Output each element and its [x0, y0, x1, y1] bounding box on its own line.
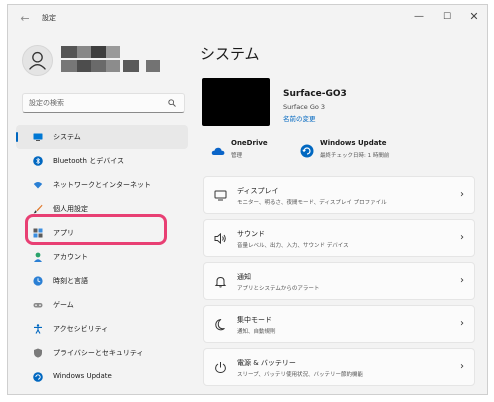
- sidebar-item-bluetooth[interactable]: Bluetooth とデバイス: [16, 149, 188, 173]
- power-battery-card[interactable]: 電源 & バッテリー スリープ、バッテリ使用状況、バッテリー節約機能 ›: [203, 348, 475, 386]
- onedrive-cloud-icon: [211, 147, 225, 155]
- power-icon: [215, 362, 226, 374]
- personalization-brush-icon: [33, 204, 43, 214]
- sidebar-item-label: システム: [53, 133, 81, 141]
- back-arrow-icon[interactable]: ←: [17, 11, 33, 27]
- sidebar-item-label: アカウント: [53, 253, 88, 261]
- title-bar: ← 設定 — ☐ ✕: [8, 5, 487, 33]
- sidebar-item-gaming[interactable]: ゲーム: [16, 293, 188, 317]
- card-subtitle: スリープ、バッテリ使用状況、バッテリー節約機能: [237, 372, 364, 378]
- speaker-icon: [214, 232, 226, 245]
- gaming-icon: [33, 303, 43, 308]
- onedrive-title: OneDrive: [231, 139, 268, 147]
- windows-update-status[interactable]: Windows Update 最終チェック日時: 1 時間前: [300, 139, 440, 165]
- accessibility-icon: [34, 324, 42, 334]
- sidebar-item-system[interactable]: システム: [16, 125, 188, 149]
- sidebar-item-accessibility[interactable]: アクセシビリティ: [16, 317, 188, 341]
- selection-indicator: [16, 132, 18, 142]
- sidebar-item-label: 時刻と言語: [53, 277, 88, 285]
- sound-card[interactable]: サウンド 音量レベル、出力、入力、サウンド デバイス ›: [203, 219, 475, 257]
- notifications-card[interactable]: 通知 アプリとシステムからのアラート ›: [203, 262, 475, 300]
- windows-update-title: Windows Update: [320, 139, 387, 147]
- window-title: 設定: [42, 14, 56, 22]
- device-image: [202, 78, 270, 126]
- chevron-right-icon: ›: [460, 189, 464, 200]
- focus-assist-card[interactable]: 集中モード 通知、自動規則 ›: [203, 305, 475, 343]
- sidebar-item-label: ネットワークとインターネット: [53, 181, 151, 189]
- sidebar-item-windows-update[interactable]: Windows Update: [16, 365, 188, 389]
- windows-update-icon: [300, 144, 314, 158]
- onedrive-status[interactable]: OneDrive 管理: [211, 139, 301, 165]
- sidebar-item-privacy-security[interactable]: プライバシーとセキュリティ: [16, 341, 188, 365]
- avatar[interactable]: [22, 45, 53, 76]
- sidebar-nav: システム Bluetooth とデバイス ネットワークとインターネット 個人用設…: [16, 125, 188, 389]
- blurred-username: [61, 46, 165, 74]
- bell-icon: [214, 276, 227, 288]
- display-card[interactable]: ディスプレイ モニター、明るさ、夜間モード、ディスプレイ プロファイル ›: [203, 176, 475, 214]
- chevron-right-icon: ›: [460, 232, 464, 243]
- chevron-right-icon: ›: [460, 275, 464, 286]
- settings-window: ← 設定 — ☐ ✕ 設定の検索 システム Bluetooth とデバイス ネッ…: [7, 4, 488, 395]
- search-input[interactable]: [29, 96, 167, 110]
- minimize-button[interactable]: —: [408, 8, 430, 26]
- card-subtitle: モニター、明るさ、夜間モード、ディスプレイ プロファイル: [237, 200, 387, 206]
- chevron-right-icon: ›: [460, 361, 464, 372]
- sidebar-item-accounts[interactable]: アカウント: [16, 245, 188, 269]
- card-subtitle: 音量レベル、出力、入力、サウンド デバイス: [237, 243, 349, 249]
- maximize-button[interactable]: ☐: [436, 8, 458, 26]
- card-title: ディスプレイ: [237, 187, 279, 195]
- bluetooth-icon: [33, 156, 43, 166]
- account-icon: [34, 252, 42, 262]
- search-icon[interactable]: [168, 99, 176, 107]
- moon-icon: [215, 319, 225, 331]
- sidebar-item-label: プライバシーとセキュリティ: [53, 349, 144, 357]
- page-title: システム: [200, 45, 260, 63]
- sidebar-item-label: アクセシビリティ: [53, 325, 109, 333]
- device-model: Surface Go 3: [283, 103, 326, 111]
- windows-update-icon: [33, 372, 43, 382]
- close-button[interactable]: ✕: [463, 8, 485, 26]
- sidebar-item-label: ゲーム: [53, 301, 74, 309]
- card-title: 電源 & バッテリー: [237, 359, 296, 367]
- wifi-icon: [33, 182, 43, 189]
- rename-link[interactable]: 名前の変更: [283, 113, 316, 123]
- sidebar-item-label: Bluetooth とデバイス: [53, 157, 124, 165]
- sidebar-item-time-language[interactable]: 時刻と言語: [16, 269, 188, 293]
- search-box[interactable]: [22, 93, 185, 113]
- card-title: サウンド: [237, 230, 265, 238]
- card-subtitle: アプリとシステムからのアラート: [237, 286, 320, 292]
- shield-icon: [34, 348, 42, 358]
- windows-update-sub: 最終チェック日時: 1 時間前: [320, 153, 390, 159]
- time-language-icon: [33, 276, 43, 286]
- system-icon: [33, 133, 43, 141]
- apps-highlight-annotation: [25, 214, 167, 245]
- card-subtitle: 通知、自動規則: [237, 329, 276, 335]
- sidebar-item-label: 個人用設定: [53, 205, 88, 213]
- device-name: Surface-GO3: [283, 89, 347, 99]
- onedrive-sub: 管理: [231, 153, 243, 159]
- person-icon: [29, 51, 46, 70]
- chevron-right-icon: ›: [460, 318, 464, 329]
- sidebar-item-network[interactable]: ネットワークとインターネット: [16, 173, 188, 197]
- card-title: 集中モード: [237, 316, 272, 324]
- display-icon: [214, 190, 227, 201]
- card-title: 通知: [237, 273, 251, 281]
- sidebar-item-label: Windows Update: [53, 372, 112, 380]
